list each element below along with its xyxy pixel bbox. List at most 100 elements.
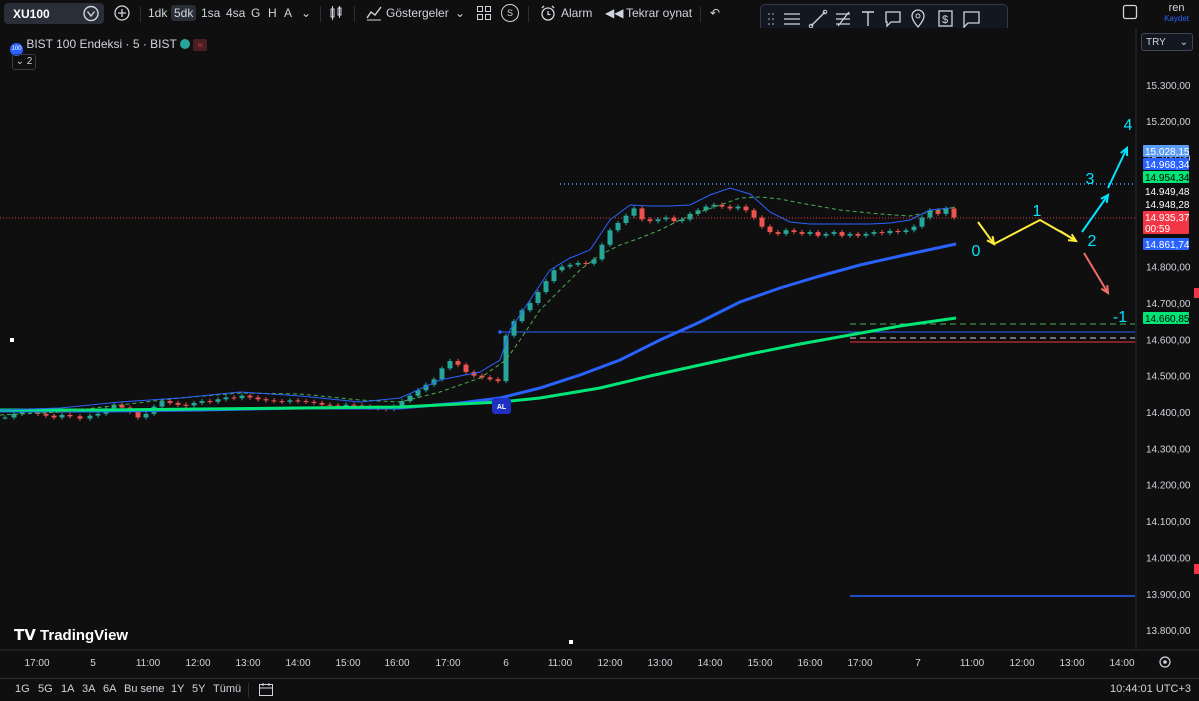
alarm-button[interactable]: Alarm xyxy=(561,5,592,21)
symbol-shield-icon xyxy=(82,5,100,25)
indicators-chevron-icon[interactable]: ⌄ xyxy=(455,5,465,21)
candle-body xyxy=(87,415,93,419)
price-tick-label: 14.800,00 xyxy=(1146,263,1191,274)
time-tick-label: 13:00 xyxy=(647,658,672,669)
wave-label: 0 xyxy=(972,243,981,260)
candle-body xyxy=(559,266,565,271)
horizontal-lines-icon[interactable] xyxy=(784,13,800,25)
range-5g[interactable]: 5G xyxy=(38,683,53,695)
fib-retracement-icon[interactable] xyxy=(836,11,850,27)
time-tick-label: 15:00 xyxy=(747,658,772,669)
replay-icon[interactable]: ◀◀ xyxy=(605,5,623,21)
candles-chart-type-icon[interactable] xyxy=(328,5,344,25)
price-marker xyxy=(1194,564,1199,574)
candle-body xyxy=(287,400,293,402)
currency-select[interactable]: TRY ⌄ xyxy=(1141,33,1193,51)
map-pin-icon[interactable] xyxy=(911,9,925,28)
range-1a[interactable]: 1A xyxy=(61,683,74,695)
range-all[interactable]: Tümü xyxy=(213,683,241,695)
candle-body xyxy=(591,259,597,264)
wave-label: 4 xyxy=(1124,117,1133,134)
candle-body xyxy=(647,219,653,222)
price-chart[interactable]: 15.300,0015.200,0015.100,0014.800,0014.7… xyxy=(0,28,1199,678)
candle-body xyxy=(463,364,469,373)
candle-body xyxy=(911,226,917,231)
time-tick-label: 14:00 xyxy=(697,658,722,669)
undo-icon[interactable]: ↶ xyxy=(710,5,720,21)
candle-body xyxy=(831,232,837,234)
candle-body xyxy=(575,262,581,265)
symbol-search[interactable]: XU100 xyxy=(4,3,104,24)
time-tick-label: 12:00 xyxy=(1009,658,1034,669)
time-tick-label: 6 xyxy=(503,658,509,669)
candle-body xyxy=(855,233,861,236)
trend-line-icon[interactable] xyxy=(808,9,828,29)
comment-icon[interactable] xyxy=(963,11,980,29)
price-label-value: 15.028,15 xyxy=(1145,147,1190,158)
candle-body xyxy=(479,375,485,378)
time-tick-label: 15:00 xyxy=(335,658,360,669)
date-range-calendar-icon[interactable] xyxy=(258,682,274,700)
add-symbol-icon[interactable] xyxy=(113,4,131,26)
price-tick-label: 14.600,00 xyxy=(1146,335,1191,346)
candle-body xyxy=(495,379,501,382)
interval-1dk[interactable]: 1dk xyxy=(148,5,167,21)
template-badge[interactable]: S xyxy=(501,4,519,22)
candle-body xyxy=(167,401,173,403)
interval-1sa[interactable]: 1sa xyxy=(201,5,220,21)
candle-body xyxy=(791,230,797,233)
candle-body xyxy=(663,217,669,220)
time-tick-label: 13:00 xyxy=(1059,658,1084,669)
clock[interactable]: 10:44:01 UTC+3 xyxy=(1110,683,1191,695)
indicators-button[interactable]: Göstergeler xyxy=(386,5,449,21)
price-note-icon[interactable]: $ xyxy=(938,10,953,27)
save-button[interactable]: Kaydet xyxy=(1164,14,1189,23)
interval-g[interactable]: G xyxy=(251,5,260,21)
range-6a[interactable]: 6A xyxy=(103,683,116,695)
candle-body xyxy=(879,232,885,234)
candle-body xyxy=(871,232,877,234)
brand-name: TradingView xyxy=(40,627,129,644)
fullscreen-icon[interactable] xyxy=(1122,4,1138,24)
indicators-collapse-button[interactable]: ⌄ 2 xyxy=(12,54,36,70)
candle-body xyxy=(735,206,741,209)
candle-body xyxy=(847,233,853,236)
alarm-clock-icon[interactable] xyxy=(539,4,557,26)
candle-body xyxy=(351,404,357,406)
callout-icon[interactable] xyxy=(885,11,901,28)
time-tick-label: 13:00 xyxy=(235,658,260,669)
price-label-value: 00:59 xyxy=(1145,224,1170,235)
layouts-grid-icon[interactable] xyxy=(476,5,492,25)
range-3a[interactable]: 3A xyxy=(82,683,95,695)
candle-body xyxy=(67,414,73,417)
text-tool-icon[interactable] xyxy=(862,11,874,26)
range-1y[interactable]: 1Y xyxy=(171,683,184,695)
price-label-value: 14.948,28 xyxy=(1145,200,1190,211)
candle-body xyxy=(839,232,845,236)
range-1g[interactable]: 1G xyxy=(15,683,30,695)
candle-body xyxy=(639,208,645,220)
candle-body xyxy=(775,232,781,234)
replay-button[interactable]: Tekrar oynat xyxy=(626,5,692,21)
range-5y[interactable]: 5Y xyxy=(192,683,205,695)
interval-a[interactable]: A xyxy=(284,5,292,21)
price-label-value: 14.861,74 xyxy=(1145,240,1190,251)
time-tick-label: 11:00 xyxy=(548,658,573,669)
candle-body xyxy=(191,402,197,406)
candle-body xyxy=(583,262,589,264)
candle-body xyxy=(719,204,725,207)
candle-body xyxy=(143,413,149,418)
indicators-icon[interactable] xyxy=(365,4,383,26)
interval-dropdown-chevron-icon[interactable]: ⌄ xyxy=(301,5,311,21)
interval-5dk[interactable]: 5dk xyxy=(171,5,197,21)
candle-body xyxy=(263,399,269,401)
candle-body xyxy=(239,395,245,399)
range-bu-sene[interactable]: Bu sene xyxy=(124,683,164,695)
drag-handle-icon[interactable] xyxy=(768,13,774,25)
interval-h[interactable]: H xyxy=(268,5,277,21)
candle-body xyxy=(43,413,49,416)
user-menu[interactable]: ren Kaydet xyxy=(1164,2,1189,23)
interval-4sa[interactable]: 4sa xyxy=(226,5,245,21)
chart-legend: 100 BIST 100 Endeksi · 5 · BIST ≈ xyxy=(10,36,208,56)
status-badge xyxy=(179,39,190,49)
